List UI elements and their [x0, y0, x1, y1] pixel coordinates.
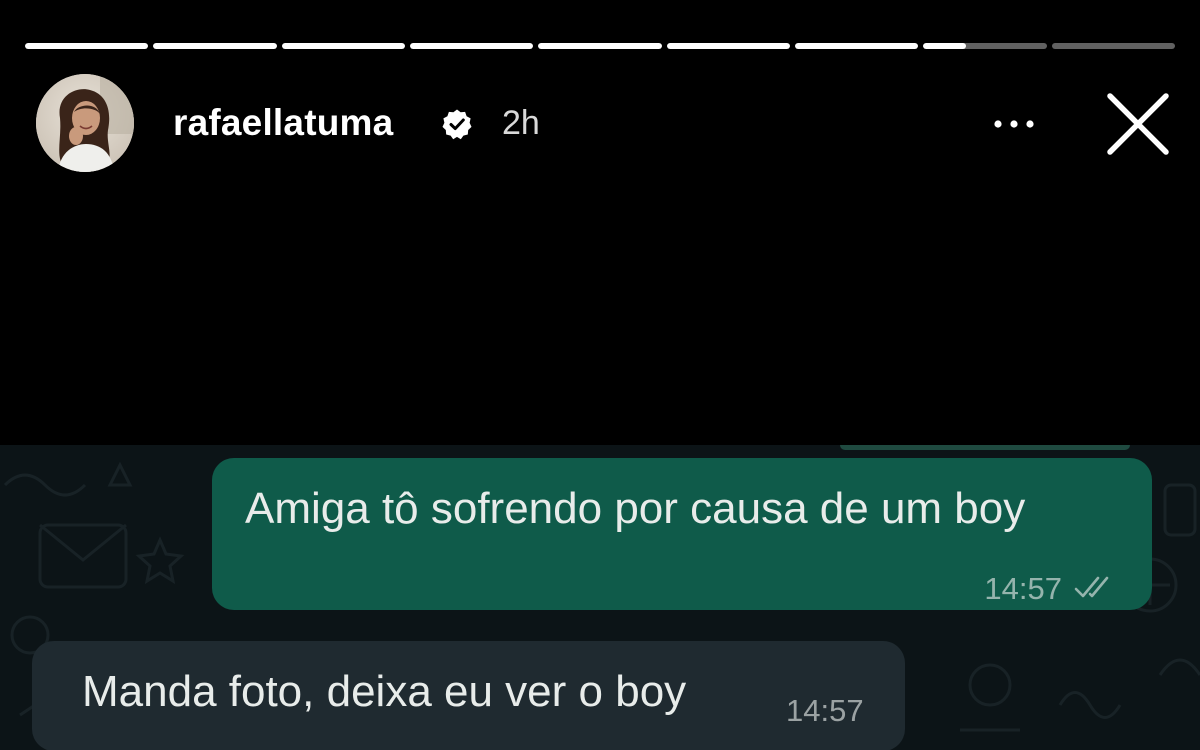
story-progress-segment	[1051, 43, 1175, 49]
story-progress-fill	[666, 43, 790, 49]
incoming-message-bubble: Manda foto, deixa eu ver o boy 14:57	[32, 641, 905, 750]
verified-badge-icon	[442, 109, 472, 140]
message-time: 14:57	[984, 571, 1062, 606]
story-progress-segment	[538, 43, 662, 49]
story-progress-segment	[794, 43, 919, 49]
double-check-icon	[1074, 576, 1109, 598]
story-progress-segment	[25, 43, 149, 49]
message-text: Manda foto, deixa eu ver o boy	[82, 667, 687, 716]
story-progress-fill	[153, 43, 277, 49]
more-options-icon[interactable]	[988, 112, 1040, 136]
story-progress-segment	[153, 43, 277, 49]
message-time: 14:57	[786, 693, 864, 728]
story-progress-segment	[409, 43, 534, 49]
story-progress-bars	[25, 43, 1175, 49]
story-progress-segment	[281, 43, 405, 49]
story-progress-segment	[923, 43, 1047, 49]
previous-message-edge	[840, 445, 1130, 450]
story-progress-fill	[794, 43, 919, 49]
story-header: rafaellatuma 2h	[36, 72, 1176, 176]
story-progress-fill	[923, 43, 967, 49]
story-viewer[interactable]: rafaellatuma 2h Amiga tô sofrendo por ca…	[0, 0, 1200, 750]
story-time-ago: 2h	[502, 104, 540, 142]
chat-screenshot: Amiga tô sofrendo por causa de um boy 14…	[0, 445, 1200, 750]
avatar[interactable]	[36, 74, 134, 172]
story-progress-fill	[25, 43, 149, 49]
outgoing-message-bubble: Amiga tô sofrendo por causa de um boy 14…	[212, 458, 1152, 610]
message-text: Amiga tô sofrendo por causa de um boy	[245, 484, 1026, 533]
story-progress-segment	[666, 43, 790, 49]
close-icon[interactable]	[1104, 90, 1172, 158]
story-username[interactable]: rafaellatuma	[173, 102, 393, 144]
story-progress-fill	[538, 43, 662, 49]
avatar-image	[36, 74, 134, 172]
story-progress-fill	[409, 43, 534, 49]
story-progress-fill	[281, 43, 405, 49]
